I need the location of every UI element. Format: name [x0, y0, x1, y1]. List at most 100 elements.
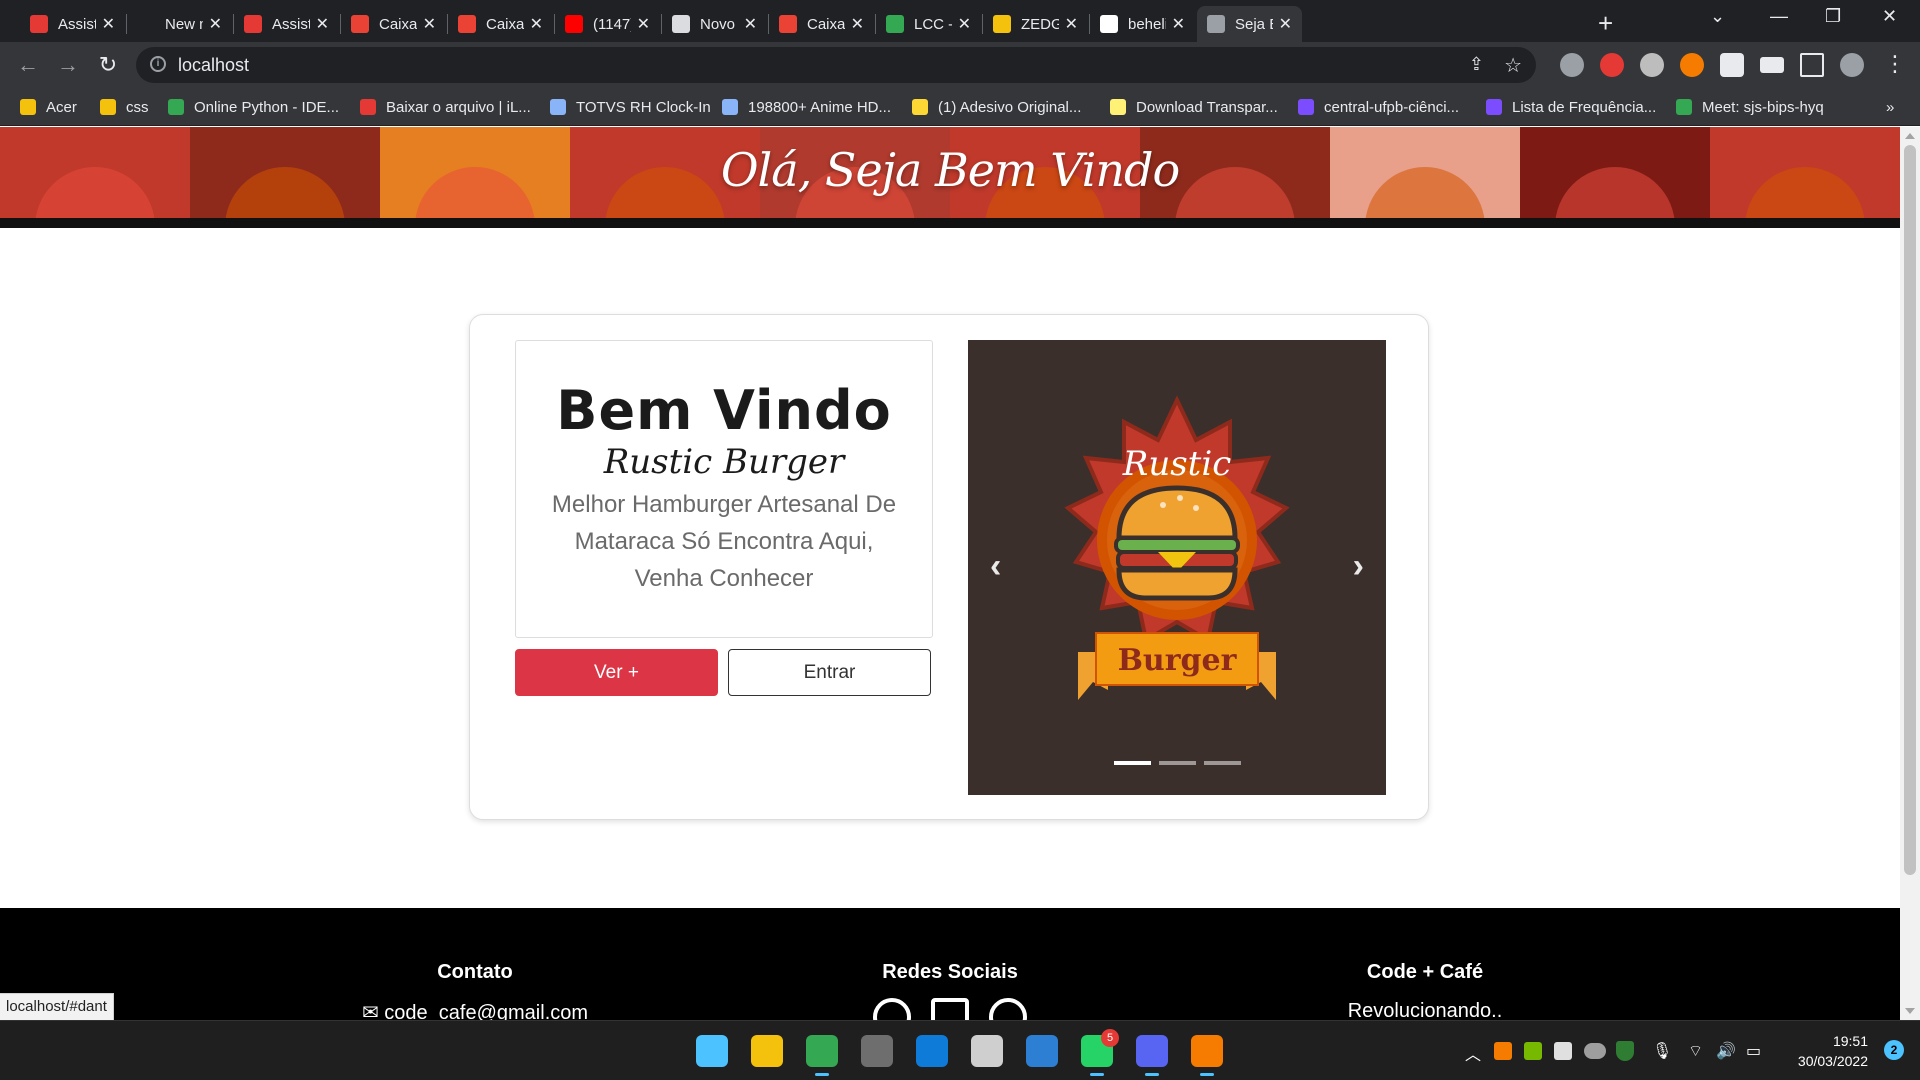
tab-close-icon[interactable]: ✕ — [102, 14, 115, 34]
extension-gear-icon[interactable] — [1640, 53, 1664, 77]
battery-icon[interactable]: ▭ — [1746, 1041, 1761, 1061]
bookmark-item[interactable]: central-ufpb-ciênci... — [1298, 97, 1459, 117]
browser-tab[interactable]: Caixa d ✕ — [448, 6, 553, 42]
bookmark-item[interactable]: Lista de Frequência... — [1486, 97, 1656, 117]
site-info-icon[interactable]: i — [150, 56, 166, 72]
browser-tab[interactable]: Novo s ✕ — [662, 6, 767, 42]
tab-favicon-icon — [886, 15, 904, 33]
side-panel-icon[interactable] — [1800, 53, 1824, 77]
volume-icon[interactable]: 🔊 — [1716, 1041, 1736, 1061]
browser-tab[interactable]: behelit ✕ — [1090, 6, 1195, 42]
bookmark-item[interactable]: Meet: sjs-bips-hyq — [1676, 97, 1824, 117]
scroll-up-icon[interactable] — [1905, 133, 1915, 139]
tray-defender-icon[interactable] — [1616, 1041, 1634, 1061]
start-icon[interactable] — [696, 1035, 728, 1067]
tab-close-icon[interactable]: ✕ — [851, 14, 864, 34]
extension-icon-1[interactable] — [1560, 53, 1584, 77]
image-carousel: Rustic Burger ‹ › — [968, 340, 1386, 795]
tab-close-icon[interactable]: ✕ — [637, 14, 650, 34]
wifi-icon[interactable]: ⌔ — [1688, 1041, 1703, 1061]
carousel-indicator[interactable] — [1158, 761, 1196, 765]
forward-icon[interactable]: → — [54, 51, 82, 79]
profile-avatar[interactable] — [1840, 53, 1864, 77]
xampp-icon[interactable] — [1191, 1035, 1223, 1076]
tab-search-icon[interactable]: ⌄ — [1710, 6, 1725, 27]
address-bar[interactable]: i localhost ☆ ⇪ — [136, 47, 1536, 83]
edge-icon[interactable] — [916, 1035, 948, 1067]
whatsapp-icon[interactable]: 5 — [1081, 1029, 1119, 1076]
tray-chevron-icon[interactable]: ︿ — [1465, 1041, 1481, 1065]
browser-tab[interactable]: ZEDGE ✕ — [983, 6, 1088, 42]
tab-close-icon[interactable]: ✕ — [423, 14, 436, 34]
browser-tab[interactable]: New m ✕ — [127, 6, 232, 42]
extensions-puzzle-icon[interactable] — [1720, 53, 1744, 77]
menu-kebab-icon[interactable]: ⋮ — [1884, 51, 1906, 77]
footer-contact-email[interactable]: code_cafe@gmail.com — [384, 1002, 588, 1020]
bookmark-item[interactable]: Online Python - IDE... — [168, 97, 339, 117]
close-window-icon[interactable]: ✕ — [1882, 6, 1897, 27]
tab-close-icon[interactable]: ✕ — [744, 14, 757, 34]
tab-close-icon[interactable]: ✕ — [209, 14, 222, 34]
carousel-prev-icon[interactable]: ‹ — [990, 547, 1001, 586]
twitter-icon[interactable] — [989, 998, 1027, 1020]
browser-tab[interactable]: Caixa d ✕ — [769, 6, 874, 42]
new-tab-button[interactable]: + — [1598, 8, 1613, 39]
browser-tab[interactable]: (1147) a ✕ — [555, 6, 660, 42]
discord-icon[interactable] — [1136, 1035, 1168, 1076]
tab-close-icon[interactable]: ✕ — [958, 14, 971, 34]
tab-close-icon[interactable]: ✕ — [1065, 14, 1078, 34]
bookmark-item[interactable]: Download Transpar... — [1110, 97, 1278, 117]
entrar-button[interactable]: Entrar — [728, 649, 931, 696]
notification-badge[interactable]: 2 — [1884, 1040, 1904, 1060]
browser-tab[interactable]: Caixa d ✕ — [341, 6, 446, 42]
scrollbar-thumb[interactable] — [1904, 145, 1916, 875]
bookmarks-overflow-icon[interactable]: » — [1886, 97, 1894, 117]
tab-close-icon[interactable]: ✕ — [1279, 14, 1292, 34]
bookmark-item[interactable]: Acer — [20, 97, 77, 117]
chrome-icon[interactable] — [806, 1035, 838, 1076]
address-bar-url[interactable]: localhost — [178, 55, 249, 76]
file-explorer-icon[interactable] — [751, 1035, 783, 1067]
tray-app-icon[interactable] — [1554, 1042, 1572, 1060]
minimize-icon[interactable]: — — [1770, 6, 1788, 27]
tray-onedrive-icon[interactable] — [1584, 1043, 1606, 1059]
system-clock[interactable]: 19:51 30/03/2022 — [1798, 1031, 1868, 1071]
browser-tab[interactable]: Assistir ✕ — [20, 6, 125, 42]
carousel-indicator[interactable] — [1113, 761, 1151, 765]
browser-tab[interactable]: LCC - D ✕ — [876, 6, 981, 42]
notes-icon[interactable] — [971, 1035, 1003, 1067]
browser-tab[interactable]: Seja Be ✕ — [1197, 6, 1302, 42]
scroll-down-icon[interactable] — [1905, 1008, 1915, 1014]
ver-mais-button[interactable]: Ver + — [515, 649, 718, 696]
bookmark-item[interactable]: (1) Adesivo Original... — [912, 97, 1081, 117]
bookmark-star-icon[interactable]: ☆ — [1504, 53, 1522, 78]
microphone-icon[interactable]: 🎙 — [1652, 1041, 1672, 1061]
tab-close-icon[interactable]: ✕ — [1172, 14, 1185, 34]
metamask-icon[interactable] — [1680, 53, 1704, 77]
tray-nvidia-icon[interactable] — [1524, 1042, 1542, 1060]
tray-xampp-icon[interactable] — [1494, 1042, 1512, 1060]
bookmark-item[interactable]: TOTVS RH Clock-In — [550, 97, 711, 117]
carousel-next-icon[interactable]: › — [1353, 547, 1364, 586]
reload-icon[interactable]: ↻ — [94, 51, 122, 79]
tab-close-icon[interactable]: ✕ — [316, 14, 329, 34]
tab-title: Novo s — [700, 15, 738, 33]
media-control-icon[interactable] — [1760, 57, 1784, 73]
bookmark-item[interactable]: Baixar o arquivo | iL... — [360, 97, 531, 117]
adblock-icon[interactable] — [1600, 53, 1624, 77]
share-icon[interactable]: ⇪ — [1469, 54, 1484, 75]
welcome-card: Bem Vindo Rustic Burger Melhor Hamburger… — [469, 314, 1429, 820]
bookmark-item[interactable]: css — [100, 97, 149, 117]
restore-icon[interactable]: ❐ — [1825, 6, 1841, 27]
vscode-icon[interactable] — [1026, 1035, 1058, 1067]
facebook-icon[interactable] — [931, 998, 969, 1020]
page-scrollbar[interactable] — [1900, 127, 1920, 1020]
bookmark-label: central-ufpb-ciênci... — [1324, 98, 1460, 116]
store-icon[interactable] — [861, 1035, 893, 1067]
carousel-indicator[interactable] — [1203, 761, 1241, 765]
bookmark-item[interactable]: 198800+ Anime HD... — [722, 97, 891, 117]
instagram-icon[interactable] — [873, 998, 911, 1020]
browser-tab[interactable]: Assistir ✕ — [234, 6, 339, 42]
tab-close-icon[interactable]: ✕ — [530, 14, 543, 34]
back-icon[interactable]: ← — [14, 51, 42, 79]
